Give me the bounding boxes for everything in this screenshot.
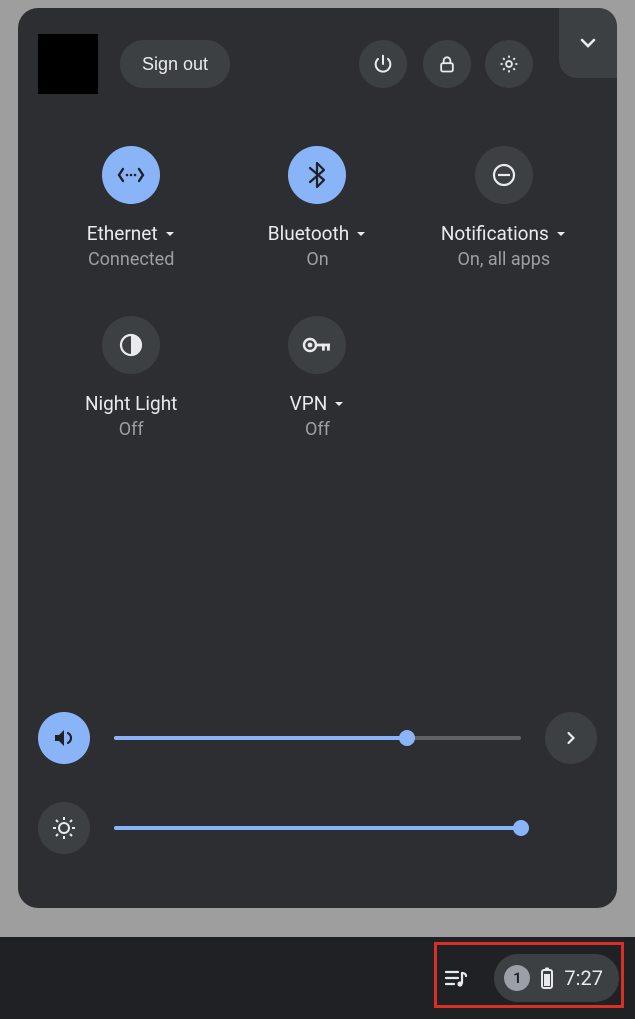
tile-label: Bluetooth	[268, 222, 367, 245]
tile-label: Night Light	[85, 392, 177, 415]
avatar[interactable]	[38, 34, 98, 94]
tile-bluetooth[interactable]: Bluetooth On	[224, 146, 410, 270]
notifications-icon	[475, 146, 533, 204]
vpn-icon	[288, 316, 346, 374]
volume-slider[interactable]	[114, 736, 521, 740]
night-light-icon	[102, 316, 160, 374]
brightness-slider[interactable]	[114, 826, 521, 830]
quick-settings-grid: Ethernet Connected Bluetooth On Notifica…	[38, 146, 597, 440]
tile-status: On	[306, 249, 328, 270]
caret-down-icon	[164, 228, 176, 240]
taskbar: 1 7:27	[0, 937, 635, 1019]
tile-label: Notifications	[441, 222, 567, 245]
tile-status: Off	[305, 419, 330, 440]
tile-notifications[interactable]: Notifications On, all apps	[411, 146, 597, 270]
chevron-down-icon	[576, 31, 600, 55]
chevron-right-icon	[561, 728, 581, 748]
sliders-area	[38, 678, 597, 858]
tile-status: On, all apps	[458, 249, 551, 270]
caret-down-icon	[355, 228, 367, 240]
ethernet-icon	[102, 146, 160, 204]
brightness-icon[interactable]	[38, 802, 90, 854]
bluetooth-icon	[288, 146, 346, 204]
caret-down-icon	[555, 228, 567, 240]
tile-status: Connected	[88, 249, 174, 270]
tile-night-light[interactable]: Night Light Off	[38, 316, 224, 440]
sign-out-button[interactable]: Sign out	[120, 40, 230, 88]
volume-icon[interactable]	[38, 712, 90, 764]
tile-label: VPN	[290, 392, 346, 415]
audio-settings-button[interactable]	[545, 712, 597, 764]
volume-row	[38, 708, 597, 768]
media-controls-button[interactable]	[432, 954, 480, 1002]
power-icon[interactable]	[359, 40, 407, 88]
tile-vpn[interactable]: VPN Off	[224, 316, 410, 440]
brightness-row	[38, 798, 597, 858]
clock: 7:27	[564, 966, 603, 990]
lock-icon[interactable]	[423, 40, 471, 88]
tile-ethernet[interactable]: Ethernet Connected	[38, 146, 224, 270]
tile-status: Off	[119, 419, 144, 440]
quick-settings-panel: Sign out Ethernet Connected	[18, 8, 617, 908]
gear-icon[interactable]	[485, 40, 533, 88]
collapse-button[interactable]	[559, 8, 617, 78]
notification-count-badge: 1	[504, 965, 530, 991]
tile-label: Ethernet	[87, 222, 176, 245]
status-area[interactable]: 1 7:27	[494, 954, 619, 1002]
battery-icon	[540, 967, 554, 989]
caret-down-icon	[333, 398, 345, 410]
panel-header: Sign out	[38, 32, 597, 96]
